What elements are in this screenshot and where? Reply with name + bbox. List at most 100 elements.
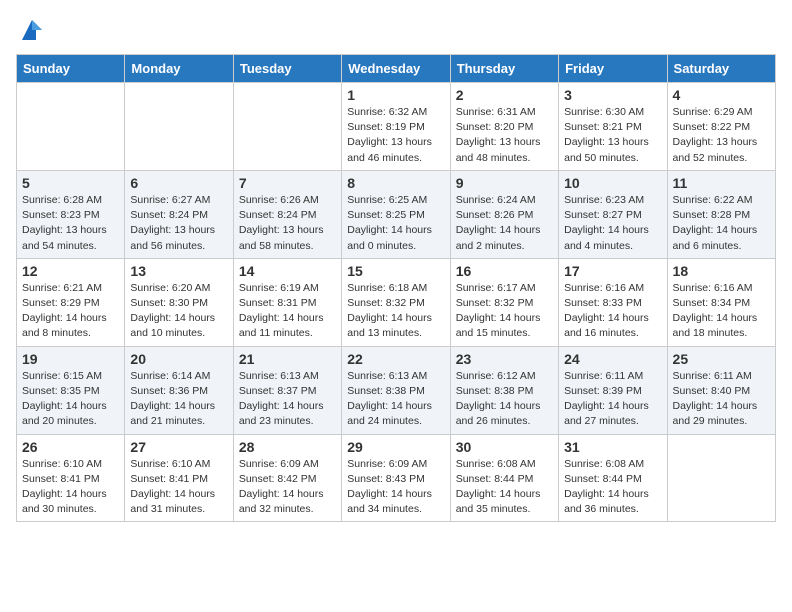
calendar-cell: 27 Sunrise: 6:10 AM Sunset: 8:41 PM Dayli…: [125, 434, 233, 522]
weekday-header-monday: Monday: [125, 55, 233, 83]
day-info: Sunrise: 6:19 AM Sunset: 8:31 PM Dayligh…: [239, 281, 336, 342]
calendar-week-row: 1Sunrise: 6:32 AM Sunset: 8:19 PM Daylig…: [17, 83, 776, 171]
calendar-cell: 11Sunrise: 6:22 AM Sunset: 8:28 PM Dayli…: [667, 170, 775, 258]
logo-icon: [18, 16, 46, 44]
day-info: Sunrise: 6:20 AM Sunset: 8:30 PM Dayligh…: [130, 281, 227, 342]
day-info: Sunrise: 6:31 AM Sunset: 8:20 PM Dayligh…: [456, 105, 553, 166]
weekday-header-sunday: Sunday: [17, 55, 125, 83]
day-number: 24: [564, 351, 661, 367]
weekday-header-saturday: Saturday: [667, 55, 775, 83]
calendar-cell: 31 Sunrise: 6:08 AM Sunset: 8:44 PM Dayli…: [559, 434, 667, 522]
day-number: 22: [347, 351, 444, 367]
day-info: Sunrise: 6:12 AM Sunset: 8:38 PM Dayligh…: [456, 369, 553, 430]
calendar-cell: 7 Sunrise: 6:26 AM Sunset: 8:24 PM Daylig…: [233, 170, 341, 258]
day-info: Sunrise: 6:09 AM Sunset: 8:42 PM Dayligh…: [239, 457, 336, 518]
page-header: [16, 16, 776, 44]
day-info: Sunrise: 6:10 AM Sunset: 8:41 PM Dayligh…: [22, 457, 119, 518]
calendar-cell: 3 Sunrise: 6:30 AM Sunset: 8:21 PM Daylig…: [559, 83, 667, 171]
day-info: Sunrise: 6:17 AM Sunset: 8:32 PM Dayligh…: [456, 281, 553, 342]
day-info: Sunrise: 6:30 AM Sunset: 8:21 PM Dayligh…: [564, 105, 661, 166]
calendar-table: SundayMondayTuesdayWednesdayThursdayFrid…: [16, 54, 776, 522]
weekday-header-wednesday: Wednesday: [342, 55, 450, 83]
calendar-cell: 12 Sunrise: 6:21 AM Sunset: 8:29 PM Dayli…: [17, 258, 125, 346]
calendar-cell: 15 Sunrise: 6:18 AM Sunset: 8:32 PM Dayli…: [342, 258, 450, 346]
calendar-cell: 13 Sunrise: 6:20 AM Sunset: 8:30 PM Dayli…: [125, 258, 233, 346]
calendar-cell: 20 Sunrise: 6:14 AM Sunset: 8:36 PM Dayli…: [125, 346, 233, 434]
day-info: Sunrise: 6:27 AM Sunset: 8:24 PM Dayligh…: [130, 193, 227, 254]
logo: [16, 16, 46, 44]
day-info: Sunrise: 6:29 AM Sunset: 8:22 PM Dayligh…: [673, 105, 770, 166]
calendar-cell: 21 Sunrise: 6:13 AM Sunset: 8:37 PM Dayli…: [233, 346, 341, 434]
calendar-cell: 9Sunrise: 6:24 AM Sunset: 8:26 PM Daylig…: [450, 170, 558, 258]
calendar-week-row: 5Sunrise: 6:28 AM Sunset: 8:23 PM Daylig…: [17, 170, 776, 258]
calendar-cell: 22 Sunrise: 6:13 AM Sunset: 8:38 PM Dayli…: [342, 346, 450, 434]
day-number: 3: [564, 87, 661, 103]
day-info: Sunrise: 6:13 AM Sunset: 8:38 PM Dayligh…: [347, 369, 444, 430]
weekday-header-tuesday: Tuesday: [233, 55, 341, 83]
day-info: Sunrise: 6:08 AM Sunset: 8:44 PM Dayligh…: [456, 457, 553, 518]
day-number: 7: [239, 175, 336, 191]
day-number: 1: [347, 87, 444, 103]
day-number: 21: [239, 351, 336, 367]
day-info: Sunrise: 6:10 AM Sunset: 8:41 PM Dayligh…: [130, 457, 227, 518]
weekday-header-row: SundayMondayTuesdayWednesdayThursdayFrid…: [17, 55, 776, 83]
day-number: 30: [456, 439, 553, 455]
weekday-header-thursday: Thursday: [450, 55, 558, 83]
day-number: 31: [564, 439, 661, 455]
calendar-cell: 29Sunrise: 6:09 AM Sunset: 8:43 PM Dayli…: [342, 434, 450, 522]
day-number: 14: [239, 263, 336, 279]
day-number: 2: [456, 87, 553, 103]
calendar-cell: 30 Sunrise: 6:08 AM Sunset: 8:44 PM Dayli…: [450, 434, 558, 522]
calendar-cell: 23Sunrise: 6:12 AM Sunset: 8:38 PM Dayli…: [450, 346, 558, 434]
calendar-cell: 8 Sunrise: 6:25 AM Sunset: 8:25 PM Daylig…: [342, 170, 450, 258]
day-info: Sunrise: 6:16 AM Sunset: 8:34 PM Dayligh…: [673, 281, 770, 342]
day-info: Sunrise: 6:16 AM Sunset: 8:33 PM Dayligh…: [564, 281, 661, 342]
day-number: 13: [130, 263, 227, 279]
calendar-week-row: 12 Sunrise: 6:21 AM Sunset: 8:29 PM Dayli…: [17, 258, 776, 346]
calendar-cell: 25 Sunrise: 6:11 AM Sunset: 8:40 PM Dayli…: [667, 346, 775, 434]
day-info: Sunrise: 6:14 AM Sunset: 8:36 PM Dayligh…: [130, 369, 227, 430]
calendar-cell: 1Sunrise: 6:32 AM Sunset: 8:19 PM Daylig…: [342, 83, 450, 171]
day-number: 17: [564, 263, 661, 279]
calendar-cell: 28Sunrise: 6:09 AM Sunset: 8:42 PM Dayli…: [233, 434, 341, 522]
day-number: 16: [456, 263, 553, 279]
day-number: 29: [347, 439, 444, 455]
day-number: 6: [130, 175, 227, 191]
day-number: 27: [130, 439, 227, 455]
day-number: 12: [22, 263, 119, 279]
calendar-cell: [233, 83, 341, 171]
day-number: 15: [347, 263, 444, 279]
day-number: 19: [22, 351, 119, 367]
day-number: 5: [22, 175, 119, 191]
day-info: Sunrise: 6:26 AM Sunset: 8:24 PM Dayligh…: [239, 193, 336, 254]
calendar-cell: 24Sunrise: 6:11 AM Sunset: 8:39 PM Dayli…: [559, 346, 667, 434]
calendar-cell: 4Sunrise: 6:29 AM Sunset: 8:22 PM Daylig…: [667, 83, 775, 171]
day-number: 26: [22, 439, 119, 455]
day-info: Sunrise: 6:13 AM Sunset: 8:37 PM Dayligh…: [239, 369, 336, 430]
weekday-header-friday: Friday: [559, 55, 667, 83]
calendar-cell: [17, 83, 125, 171]
calendar-cell: 10Sunrise: 6:23 AM Sunset: 8:27 PM Dayli…: [559, 170, 667, 258]
calendar-week-row: 19 Sunrise: 6:15 AM Sunset: 8:35 PM Dayli…: [17, 346, 776, 434]
day-info: Sunrise: 6:25 AM Sunset: 8:25 PM Dayligh…: [347, 193, 444, 254]
day-info: Sunrise: 6:15 AM Sunset: 8:35 PM Dayligh…: [22, 369, 119, 430]
calendar-cell: 19 Sunrise: 6:15 AM Sunset: 8:35 PM Dayli…: [17, 346, 125, 434]
day-number: 11: [673, 175, 770, 191]
calendar-cell: [667, 434, 775, 522]
day-info: Sunrise: 6:08 AM Sunset: 8:44 PM Dayligh…: [564, 457, 661, 518]
day-number: 20: [130, 351, 227, 367]
calendar-cell: 16 Sunrise: 6:17 AM Sunset: 8:32 PM Dayli…: [450, 258, 558, 346]
calendar-cell: 18 Sunrise: 6:16 AM Sunset: 8:34 PM Dayli…: [667, 258, 775, 346]
calendar-week-row: 26 Sunrise: 6:10 AM Sunset: 8:41 PM Dayli…: [17, 434, 776, 522]
calendar-cell: 6 Sunrise: 6:27 AM Sunset: 8:24 PM Daylig…: [125, 170, 233, 258]
calendar-cell: 14 Sunrise: 6:19 AM Sunset: 8:31 PM Dayli…: [233, 258, 341, 346]
day-number: 25: [673, 351, 770, 367]
day-info: Sunrise: 6:23 AM Sunset: 8:27 PM Dayligh…: [564, 193, 661, 254]
day-info: Sunrise: 6:11 AM Sunset: 8:40 PM Dayligh…: [673, 369, 770, 430]
day-info: Sunrise: 6:21 AM Sunset: 8:29 PM Dayligh…: [22, 281, 119, 342]
day-number: 18: [673, 263, 770, 279]
day-info: Sunrise: 6:24 AM Sunset: 8:26 PM Dayligh…: [456, 193, 553, 254]
day-info: Sunrise: 6:18 AM Sunset: 8:32 PM Dayligh…: [347, 281, 444, 342]
day-number: 8: [347, 175, 444, 191]
calendar-cell: 2 Sunrise: 6:31 AM Sunset: 8:20 PM Daylig…: [450, 83, 558, 171]
